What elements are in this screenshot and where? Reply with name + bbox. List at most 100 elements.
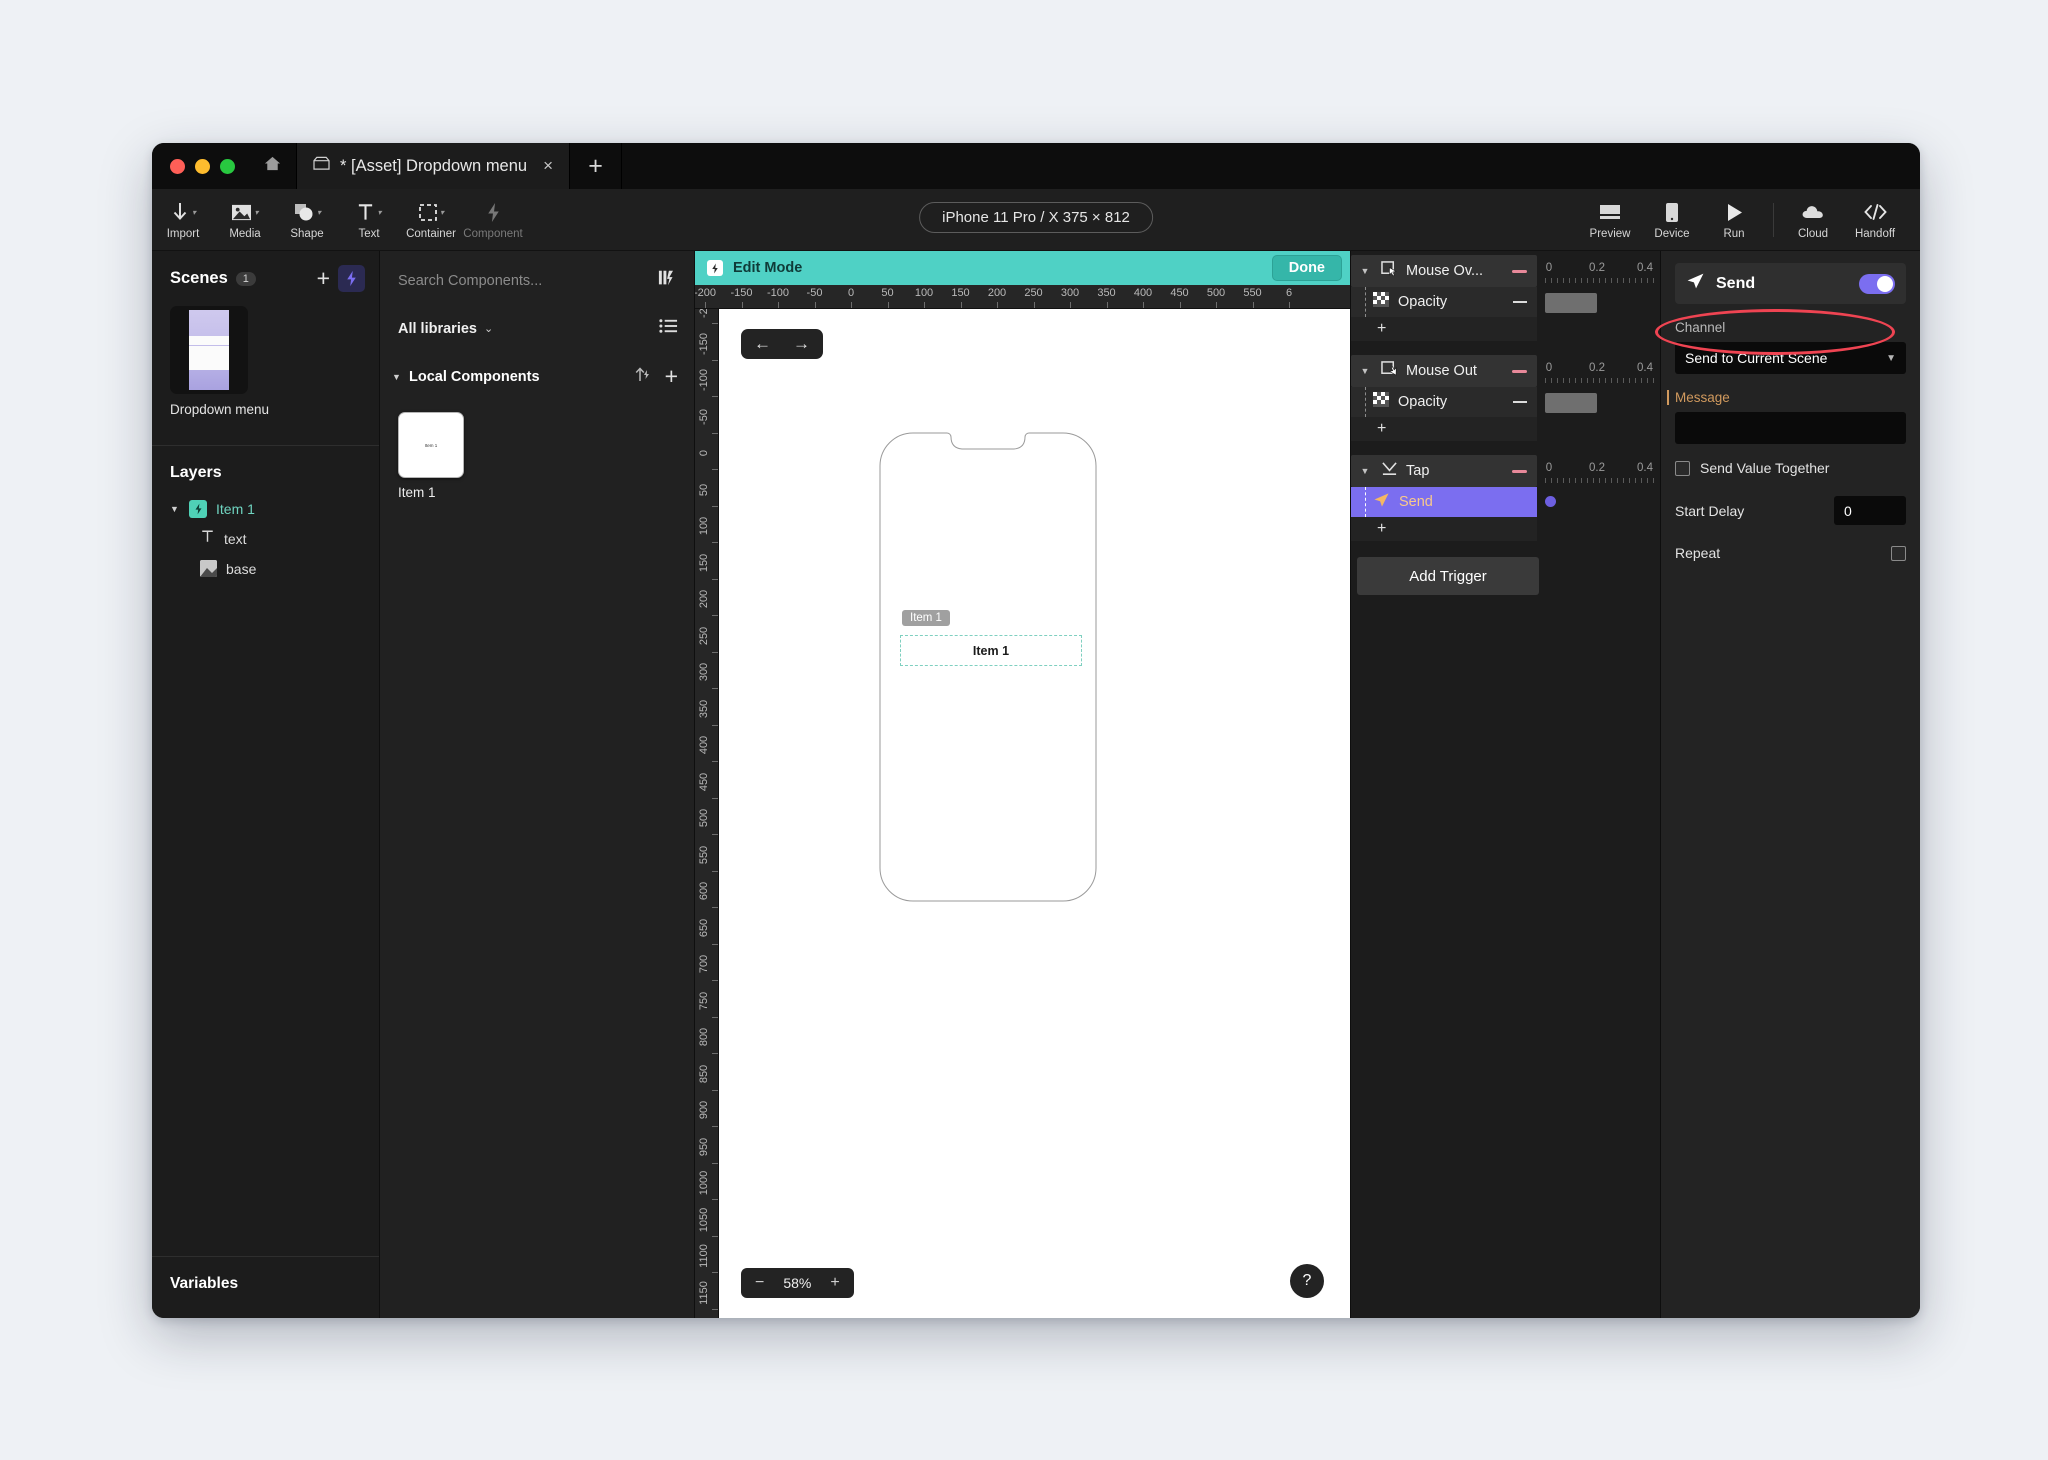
add-action-button[interactable]: + (1351, 517, 1537, 541)
variables-section[interactable]: Variables (152, 1256, 379, 1318)
add-action-button[interactable]: + (1351, 317, 1537, 341)
layer-row[interactable]: text (152, 524, 379, 554)
scenes-actions: + (317, 265, 365, 292)
tool-device[interactable]: Device (1641, 189, 1703, 251)
zoom-level: 58% (783, 1275, 812, 1291)
artboard[interactable]: ← → Item 1 Item 1 − 58% + ? (719, 309, 1350, 1318)
zoom-out-button[interactable]: − (745, 1274, 774, 1292)
media-image-icon: ▾ (231, 200, 259, 225)
title-bar: * [Asset] Dropdown menu × + (152, 143, 1920, 189)
timeline-keyframe-dot[interactable] (1545, 496, 1556, 507)
trigger-action-row[interactable]: Opacity (1351, 287, 1537, 317)
scene-item-dropdown-menu[interactable]: Dropdown menu (152, 302, 282, 419)
local-components-header: ▼ Local Components + (380, 351, 694, 402)
remove-trigger-icon[interactable] (1512, 369, 1527, 373)
add-trigger-button[interactable]: Add Trigger (1357, 557, 1539, 595)
trigger-name: Tap (1406, 463, 1430, 479)
upload-bolt-icon[interactable] (633, 365, 651, 388)
components-search-row (380, 251, 694, 306)
add-component-button[interactable]: + (665, 363, 678, 390)
tree-guide (1365, 387, 1366, 417)
tool-import[interactable]: ▾ Import (152, 189, 214, 251)
start-delay-input[interactable]: 0 (1834, 496, 1906, 525)
vertical-ruler: -200 -150 -100 -50 0 50 100 150 200 250 300 350 400 4… (695, 309, 719, 1318)
mouse-over-icon (1381, 260, 1398, 282)
trigger-header-mouse-out[interactable]: ▼ Mouse Out (1351, 355, 1537, 387)
scenes-count-badge: 1 (235, 271, 256, 286)
ruler-tick (712, 1053, 718, 1054)
device-selector[interactable]: iPhone 11 Pro / X 375 × 812 (919, 202, 1153, 233)
chevron-down-icon[interactable]: ▼ (1357, 266, 1373, 276)
ruler-tick (712, 688, 718, 689)
maximize-window-button[interactable] (220, 158, 235, 174)
chevron-down-icon[interactable]: ▼ (392, 372, 402, 382)
canvas-element-item-1[interactable]: Item 1 (900, 635, 1082, 666)
minimize-window-button[interactable] (195, 158, 210, 174)
local-components-title: Local Components (409, 368, 540, 385)
search-input[interactable] (398, 272, 658, 289)
chevron-down-icon[interactable]: ▼ (170, 504, 180, 514)
add-scene-button[interactable]: + (317, 265, 330, 292)
help-button[interactable]: ? (1290, 1264, 1324, 1298)
scene-lightning-button[interactable] (338, 265, 365, 292)
ruler-tick (960, 302, 962, 308)
opacity-checker-icon (1373, 392, 1389, 412)
layers-title: Layers (170, 463, 222, 481)
component-card-item-1[interactable]: Item 1 (398, 412, 464, 478)
document-tab[interactable]: * [Asset] Dropdown menu × (296, 143, 571, 189)
ruler-tick (741, 302, 743, 308)
columns-bolt-icon[interactable] (658, 269, 678, 292)
ruler-tick (1179, 302, 1181, 308)
add-action-button[interactable]: + (1351, 417, 1537, 441)
local-components-actions: + (633, 363, 678, 390)
tool-handoff[interactable]: Handoff (1844, 189, 1906, 251)
ruler-tick (712, 1089, 718, 1091)
home-icon (263, 154, 282, 178)
trigger-header-mouse-over[interactable]: ▼ Mouse Ov... (1351, 255, 1537, 287)
channel-select[interactable]: Send to Current Scene ▼ (1675, 342, 1906, 374)
chevron-down-icon[interactable]: ▼ (1886, 353, 1896, 364)
close-window-button[interactable] (170, 158, 185, 174)
nav-back-button[interactable]: ← (745, 334, 780, 354)
trigger-header-tap[interactable]: ▼ Tap (1351, 455, 1537, 487)
remove-action-icon[interactable] (1513, 401, 1527, 403)
zoom-in-button[interactable]: + (820, 1274, 849, 1292)
repeat-checkbox[interactable] (1891, 545, 1906, 561)
tool-shape[interactable]: ▾ Shape (276, 189, 338, 251)
tool-preview[interactable]: Preview (1579, 189, 1641, 251)
layer-row[interactable]: base (152, 554, 379, 584)
send-value-together-checkbox[interactable] (1675, 460, 1690, 476)
close-tab-icon[interactable]: × (543, 156, 553, 176)
trigger-action-row[interactable]: Opacity (1351, 387, 1537, 417)
trigger-action-row-send[interactable]: Send (1351, 487, 1537, 517)
enable-send-toggle[interactable] (1859, 273, 1895, 294)
canvas-row: -200 -150 -100 -50 0 50 100 150 200 250 300 350 400 4… (695, 309, 1350, 1318)
list-view-icon[interactable] (659, 318, 678, 339)
mouse-out-icon (1381, 360, 1398, 382)
done-button[interactable]: Done (1271, 255, 1342, 281)
tool-container[interactable]: ▾ Container (400, 189, 462, 251)
component-bolt-icon (485, 200, 502, 225)
nav-forward-button[interactable]: → (784, 334, 819, 354)
chevron-down-icon[interactable]: ▼ (1357, 466, 1373, 476)
timeline-keyframe-bar[interactable] (1545, 393, 1597, 413)
chevron-down-icon[interactable]: ⌄ (484, 322, 493, 335)
tool-run[interactable]: Run (1703, 189, 1765, 251)
tool-text[interactable]: ▾ Text (338, 189, 400, 251)
remove-trigger-icon[interactable] (1512, 469, 1527, 473)
layer-row[interactable]: ▼ Item 1 (152, 494, 379, 524)
tool-media[interactable]: ▾ Media (214, 189, 276, 251)
send-value-together-row[interactable]: Send Value Together (1675, 460, 1906, 476)
ruler-tick-label: 400 (698, 735, 710, 755)
home-button[interactable] (249, 143, 296, 189)
new-tab-button[interactable]: + (570, 143, 623, 189)
remove-trigger-icon[interactable] (1512, 269, 1527, 273)
library-selector[interactable]: All libraries (398, 321, 477, 337)
timeline-keyframe-bar[interactable] (1545, 293, 1597, 313)
ruler-tick-label: -200 (698, 309, 710, 318)
tool-cloud[interactable]: Cloud (1782, 189, 1844, 251)
chevron-down-icon[interactable]: ▼ (1357, 366, 1373, 376)
message-input[interactable] (1675, 412, 1906, 444)
component-bolt-icon (707, 260, 723, 276)
remove-action-icon[interactable] (1513, 301, 1527, 303)
